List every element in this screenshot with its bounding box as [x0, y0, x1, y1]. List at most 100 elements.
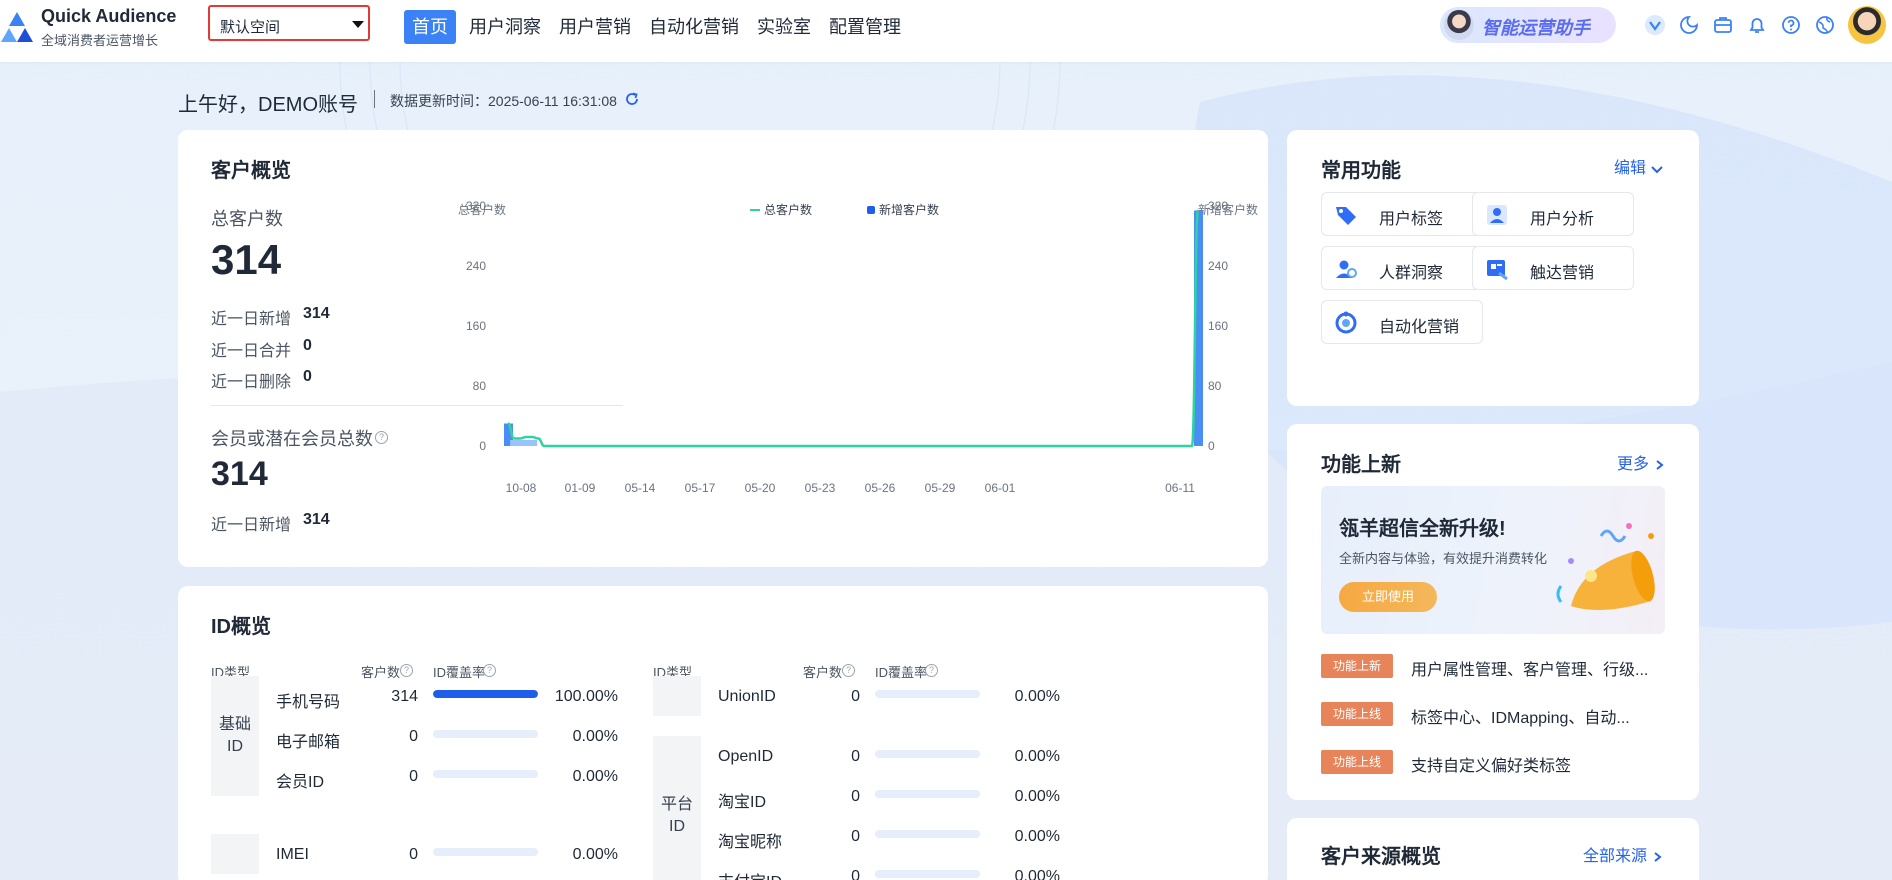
coverage-bar — [875, 690, 980, 698]
coverage-percent: 0.00% — [1014, 788, 1060, 805]
briefcase-icon[interactable] — [1712, 14, 1734, 36]
more-features-link[interactable]: 更多 — [1617, 450, 1665, 474]
feature-tag: 功能上新 — [1321, 654, 1393, 678]
help-circle-icon[interactable]: ? — [375, 431, 388, 444]
reach-marketing-icon — [1487, 260, 1508, 281]
coverage-percent: 0.00% — [572, 768, 618, 785]
id-customer-count: 0 — [409, 728, 418, 745]
shortcut-label: 用户分析 — [1530, 211, 1595, 228]
user-avatar[interactable] — [1848, 6, 1886, 44]
bell-icon[interactable] — [1746, 14, 1768, 36]
vip-icon[interactable] — [1644, 14, 1666, 36]
id-customer-count: 314 — [391, 688, 418, 705]
nav-lab[interactable]: 实验室 — [752, 10, 816, 44]
data-update-time: 数据更新时间：2025-06-11 16:31:08 — [390, 93, 617, 109]
coverage-percent: 100.00% — [554, 688, 618, 705]
refresh-icon[interactable] — [624, 91, 640, 107]
stat-deleted-value: 0 — [303, 368, 312, 385]
id-type-name: 支付宝ID — [718, 868, 782, 880]
coverage-percent: 0.00% — [1014, 828, 1060, 845]
shortcut-label: 用户标签 — [1379, 211, 1444, 228]
edit-label: 编辑 — [1614, 160, 1647, 177]
total-customers-line — [507, 209, 1200, 448]
help-circle-icon[interactable]: ? — [400, 664, 413, 677]
feature-item-link[interactable]: 用户属性管理、客户管理、行级... — [1411, 656, 1648, 680]
legend-swatch-bar — [867, 206, 875, 214]
id-group-label-line: 平台 — [660, 796, 693, 813]
id-customer-count: 0 — [851, 868, 860, 880]
feature-item-link[interactable]: 支持自定义偏好类标签 — [1411, 752, 1571, 776]
customer-trend-chart: 总客户数 新增客户数总客户数 新增客户数320 320240 240160 16080 80… — [458, 199, 1258, 495]
y-tick-right: 80 — [1208, 379, 1222, 393]
source-overview-card: 客户来源概览 全部来源 — [1287, 818, 1699, 880]
main-nav: 首页 用户洞察 用户营销 自动化营销 实验室 配置管理 — [404, 10, 906, 44]
y-tick-right: 160 — [1208, 319, 1228, 333]
coverage-percent: 0.00% — [1014, 868, 1060, 880]
y-tick-left: 160 — [466, 319, 486, 333]
use-now-button[interactable]: 立即使用 — [1339, 582, 1437, 612]
nav-user-insight[interactable]: 用户洞察 — [464, 10, 546, 44]
customer-count-header: 客户数 — [803, 665, 843, 680]
workspace-select[interactable]: 默认空间 — [208, 5, 370, 41]
id-customer-count: 0 — [409, 846, 418, 863]
member-new-label: 近一日新增 — [211, 517, 292, 534]
coverage-percent: 0.00% — [572, 728, 618, 745]
id-group-label: 平台 ID — [653, 794, 701, 838]
x-tick-label: 05-29 — [925, 481, 956, 495]
stat-merged-label: 近一日合并 — [211, 343, 292, 360]
legend-label: 新增客户数 — [879, 202, 939, 217]
theme-icon[interactable] — [1678, 14, 1700, 36]
nav-automation-marketing[interactable]: 自动化营销 — [644, 10, 744, 44]
y-tick-right: 320 — [1208, 199, 1228, 213]
greeting-divider — [374, 90, 375, 108]
id-coverage-header: ID覆盖率 — [433, 665, 486, 680]
greeting: 上午好，DEMO账号 — [178, 94, 358, 116]
stat-new-label: 近一日新增 — [211, 311, 292, 328]
id-type-name: 淘宝ID — [718, 794, 767, 811]
id-customer-count: 0 — [851, 688, 860, 705]
ai-assistant-button[interactable]: 智能运营助手 — [1440, 7, 1616, 43]
id-coverage-header: ID覆盖率 — [875, 665, 928, 680]
help-circle-icon[interactable]: ? — [842, 664, 855, 677]
all-sources-link[interactable]: 全部来源 — [1583, 842, 1663, 866]
id-type-name: 会员ID — [276, 774, 325, 791]
shortcut-label: 自动化营销 — [1379, 319, 1460, 336]
shortcut-button[interactable]: 触达营销 — [1472, 246, 1634, 290]
coverage-bar — [875, 750, 980, 758]
coverage-bar — [433, 770, 538, 778]
id-type-name: 电子邮箱 — [276, 734, 341, 751]
help-circle-icon[interactable]: ? — [483, 664, 496, 677]
x-tick-label: 10-08 — [506, 481, 537, 495]
globe-icon[interactable] — [1814, 14, 1836, 36]
x-tick-label: 05-20 — [745, 481, 776, 495]
id-customer-count: 0 — [409, 768, 418, 785]
feature-item-link[interactable]: 标签中心、IDMapping、自动... — [1411, 704, 1630, 728]
nav-home[interactable]: 首页 — [404, 10, 456, 44]
help-icon[interactable] — [1780, 14, 1802, 36]
id-type-name: 手机号码 — [276, 694, 341, 711]
edit-functions-link[interactable]: 编辑 — [1614, 154, 1664, 178]
id-overview-card: ID概览 ID类型 客户数? ID覆盖率? 基础 ID 手机号码 314 100.00% 电子邮… — [178, 586, 1268, 880]
id-type-name: IMEI — [276, 846, 309, 863]
coverage-bar — [875, 790, 980, 798]
chevron-right-icon — [1656, 459, 1665, 470]
help-circle-icon[interactable]: ? — [925, 664, 938, 677]
coverage-bar — [433, 730, 538, 738]
shortcut-button[interactable]: 自动化营销 — [1321, 300, 1483, 344]
id-group-label-line: 基础 — [218, 716, 251, 733]
shortcut-button[interactable]: 用户标签 — [1321, 192, 1483, 236]
x-tick-label: 01-09 — [565, 481, 596, 495]
shortcut-button[interactable]: 用户分析 — [1472, 192, 1634, 236]
nav-config[interactable]: 配置管理 — [824, 10, 906, 44]
shortcut-button[interactable]: 人群洞察 — [1321, 246, 1483, 290]
id-type-name: 淘宝昵称 — [718, 834, 783, 851]
nav-user-marketing[interactable]: 用户营销 — [554, 10, 636, 44]
member-total-label: 会员或潜在会员总数 — [211, 429, 373, 449]
quick-audience-logo — [1, 12, 33, 42]
member-total-value: 314 — [211, 455, 268, 493]
feature-banner[interactable]: 瓴羊超信全新升级! 全新内容与体验，有效提升消费转化 立即使用 — [1321, 486, 1665, 634]
customer-overview-title: 客户概览 — [211, 160, 291, 182]
all-sources-label: 全部来源 — [1583, 848, 1648, 865]
x-tick-label: 05-14 — [625, 481, 656, 495]
megaphone-illustration — [1556, 523, 1655, 610]
